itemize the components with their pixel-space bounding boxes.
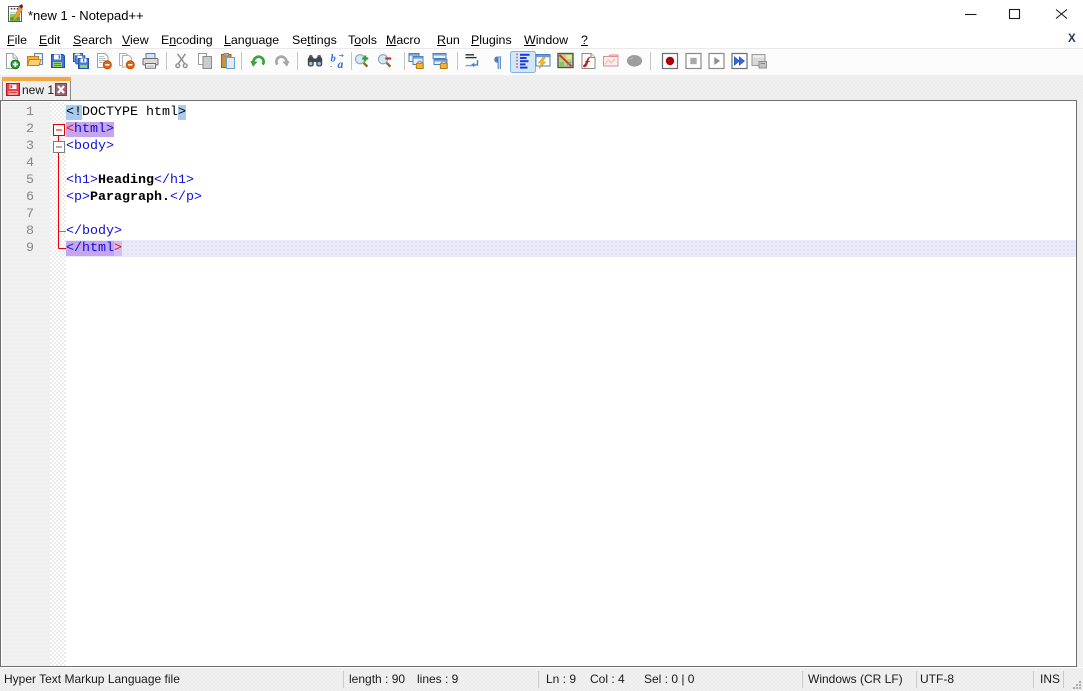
svg-text:b: b: [331, 54, 336, 65]
svg-text:a: a: [338, 59, 344, 71]
svg-text:¶: ¶: [494, 54, 503, 71]
